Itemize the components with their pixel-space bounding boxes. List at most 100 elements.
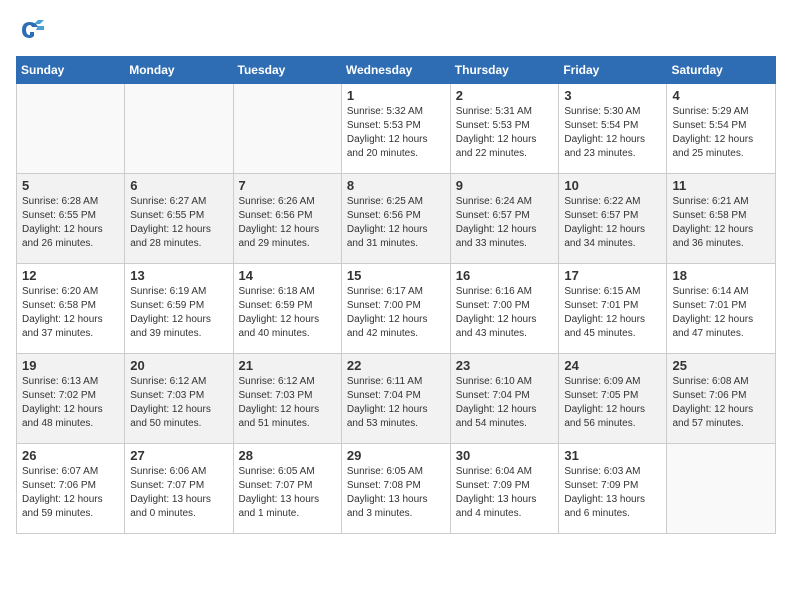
calendar-cell (125, 84, 233, 174)
cell-day-number: 30 (456, 448, 554, 463)
calendar-cell: 20 Sunrise: 6:12 AM Sunset: 7:03 PM Dayli… (125, 354, 233, 444)
cell-day-number: 11 (672, 178, 770, 193)
calendar-week-row: 19Sunrise: 6:13 AM Sunset: 7:02 PM Dayli… (17, 354, 776, 444)
cell-detail-text: Sunrise: 6:24 AM Sunset: 6:57 PM Dayligh… (456, 195, 554, 251)
page-header (16, 16, 776, 44)
cell-detail-text: Sunrise: 6:15 AM Sunset: 7:01 PM Dayligh… (564, 285, 661, 341)
cell-detail-text: Sunrise: 6:07 AM Sunset: 7:06 PM Dayligh… (22, 465, 119, 521)
cell-detail-text: Sunrise: 6:11 AM Sunset: 7:04 PM Dayligh… (347, 375, 445, 431)
cell-detail-text: Sunrise: 6:18 AM Sunset: 6:59 PM Dayligh… (239, 285, 336, 341)
calendar-cell: 8 Sunrise: 6:25 AM Sunset: 6:56 PM Daylig… (341, 174, 450, 264)
cell-day-number: 16 (456, 268, 554, 283)
calendar-header: SundayMondayTuesdayWednesdayThursdayFrid… (17, 57, 776, 84)
calendar-cell: 9 Sunrise: 6:24 AM Sunset: 6:57 PM Daylig… (450, 174, 559, 264)
calendar-cell: 14 Sunrise: 6:18 AM Sunset: 6:59 PM Dayli… (233, 264, 341, 354)
cell-detail-text: Sunrise: 6:14 AM Sunset: 7:01 PM Dayligh… (672, 285, 770, 341)
calendar-body: 1Sunrise: 5:32 AM Sunset: 5:53 PM Daylig… (17, 84, 776, 534)
weekday-header-saturday: Saturday (667, 57, 776, 84)
cell-detail-text: Sunrise: 6:08 AM Sunset: 7:06 PM Dayligh… (672, 375, 770, 431)
weekday-header-sunday: Sunday (17, 57, 125, 84)
cell-day-number: 3 (564, 88, 661, 103)
calendar-cell (667, 444, 776, 534)
cell-detail-text: Sunrise: 6:09 AM Sunset: 7:05 PM Dayligh… (564, 375, 661, 431)
cell-detail-text: Sunrise: 6:19 AM Sunset: 6:59 PM Dayligh… (130, 285, 227, 341)
cell-detail-text: Sunrise: 5:32 AM Sunset: 5:53 PM Dayligh… (347, 105, 445, 161)
calendar-cell: 25 Sunrise: 6:08 AM Sunset: 7:06 PM Dayli… (667, 354, 776, 444)
calendar-cell: 6 Sunrise: 6:27 AM Sunset: 6:55 PM Daylig… (125, 174, 233, 264)
calendar-cell (233, 84, 341, 174)
calendar-cell: 11 Sunrise: 6:21 AM Sunset: 6:58 PM Dayli… (667, 174, 776, 264)
cell-day-number: 17 (564, 268, 661, 283)
calendar-cell: 29 Sunrise: 6:05 AM Sunset: 7:08 PM Dayli… (341, 444, 450, 534)
cell-day-number: 20 (130, 358, 227, 373)
weekday-header-wednesday: Wednesday (341, 57, 450, 84)
calendar-cell: 17 Sunrise: 6:15 AM Sunset: 7:01 PM Dayli… (559, 264, 667, 354)
cell-detail-text: Sunrise: 6:26 AM Sunset: 6:56 PM Dayligh… (239, 195, 336, 251)
cell-detail-text: Sunrise: 6:10 AM Sunset: 7:04 PM Dayligh… (456, 375, 554, 431)
cell-detail-text: Sunrise: 5:29 AM Sunset: 5:54 PM Dayligh… (672, 105, 770, 161)
cell-day-number: 5 (22, 178, 119, 193)
calendar-week-row: 1Sunrise: 5:32 AM Sunset: 5:53 PM Daylig… (17, 84, 776, 174)
weekday-header-monday: Monday (125, 57, 233, 84)
calendar-cell: 4 Sunrise: 5:29 AM Sunset: 5:54 PM Daylig… (667, 84, 776, 174)
cell-day-number: 29 (347, 448, 445, 463)
cell-day-number: 12 (22, 268, 119, 283)
cell-detail-text: Sunrise: 6:12 AM Sunset: 7:03 PM Dayligh… (239, 375, 336, 431)
cell-day-number: 21 (239, 358, 336, 373)
calendar-cell: 28 Sunrise: 6:05 AM Sunset: 7:07 PM Dayli… (233, 444, 341, 534)
cell-detail-text: Sunrise: 5:30 AM Sunset: 5:54 PM Dayligh… (564, 105, 661, 161)
cell-day-number: 31 (564, 448, 661, 463)
cell-day-number: 6 (130, 178, 227, 193)
cell-day-number: 27 (130, 448, 227, 463)
calendar-cell: 7 Sunrise: 6:26 AM Sunset: 6:56 PM Daylig… (233, 174, 341, 264)
cell-detail-text: Sunrise: 6:21 AM Sunset: 6:58 PM Dayligh… (672, 195, 770, 251)
calendar-table: SundayMondayTuesdayWednesdayThursdayFrid… (16, 56, 776, 534)
weekday-header-thursday: Thursday (450, 57, 559, 84)
cell-day-number: 2 (456, 88, 554, 103)
cell-detail-text: Sunrise: 6:17 AM Sunset: 7:00 PM Dayligh… (347, 285, 445, 341)
cell-day-number: 9 (456, 178, 554, 193)
calendar-cell: 19Sunrise: 6:13 AM Sunset: 7:02 PM Dayli… (17, 354, 125, 444)
cell-detail-text: Sunrise: 6:20 AM Sunset: 6:58 PM Dayligh… (22, 285, 119, 341)
cell-day-number: 13 (130, 268, 227, 283)
calendar-cell: 27 Sunrise: 6:06 AM Sunset: 7:07 PM Dayli… (125, 444, 233, 534)
cell-detail-text: Sunrise: 6:05 AM Sunset: 7:08 PM Dayligh… (347, 465, 445, 521)
weekday-header-tuesday: Tuesday (233, 57, 341, 84)
cell-detail-text: Sunrise: 6:05 AM Sunset: 7:07 PM Dayligh… (239, 465, 336, 521)
calendar-week-row: 5 Sunrise: 6:28 AM Sunset: 6:55 PM Daylig… (17, 174, 776, 264)
calendar-week-row: 26 Sunrise: 6:07 AM Sunset: 7:06 PM Dayli… (17, 444, 776, 534)
cell-detail-text: Sunrise: 6:06 AM Sunset: 7:07 PM Dayligh… (130, 465, 227, 521)
cell-detail-text: Sunrise: 6:03 AM Sunset: 7:09 PM Dayligh… (564, 465, 661, 521)
calendar-cell: 18 Sunrise: 6:14 AM Sunset: 7:01 PM Dayli… (667, 264, 776, 354)
weekday-header-row: SundayMondayTuesdayWednesdayThursdayFrid… (17, 57, 776, 84)
cell-detail-text: Sunrise: 6:16 AM Sunset: 7:00 PM Dayligh… (456, 285, 554, 341)
cell-detail-text: Sunrise: 6:28 AM Sunset: 6:55 PM Dayligh… (22, 195, 119, 251)
cell-detail-text: Sunrise: 6:25 AM Sunset: 6:56 PM Dayligh… (347, 195, 445, 251)
calendar-cell: 30 Sunrise: 6:04 AM Sunset: 7:09 PM Dayli… (450, 444, 559, 534)
logo-icon (16, 16, 44, 44)
calendar-cell: 5 Sunrise: 6:28 AM Sunset: 6:55 PM Daylig… (17, 174, 125, 264)
cell-detail-text: Sunrise: 6:12 AM Sunset: 7:03 PM Dayligh… (130, 375, 227, 431)
cell-day-number: 15 (347, 268, 445, 283)
cell-day-number: 23 (456, 358, 554, 373)
calendar-cell: 3 Sunrise: 5:30 AM Sunset: 5:54 PM Daylig… (559, 84, 667, 174)
cell-day-number: 18 (672, 268, 770, 283)
cell-detail-text: Sunrise: 6:27 AM Sunset: 6:55 PM Dayligh… (130, 195, 227, 251)
calendar-cell: 13 Sunrise: 6:19 AM Sunset: 6:59 PM Dayli… (125, 264, 233, 354)
cell-day-number: 25 (672, 358, 770, 373)
cell-day-number: 7 (239, 178, 336, 193)
calendar-cell: 23 Sunrise: 6:10 AM Sunset: 7:04 PM Dayli… (450, 354, 559, 444)
cell-day-number: 8 (347, 178, 445, 193)
cell-day-number: 14 (239, 268, 336, 283)
cell-day-number: 4 (672, 88, 770, 103)
calendar-cell: 16 Sunrise: 6:16 AM Sunset: 7:00 PM Dayli… (450, 264, 559, 354)
calendar-week-row: 12 Sunrise: 6:20 AM Sunset: 6:58 PM Dayli… (17, 264, 776, 354)
cell-detail-text: Sunrise: 6:04 AM Sunset: 7:09 PM Dayligh… (456, 465, 554, 521)
cell-day-number: 26 (22, 448, 119, 463)
cell-day-number: 19 (22, 358, 119, 373)
cell-day-number: 24 (564, 358, 661, 373)
calendar-cell (17, 84, 125, 174)
cell-day-number: 10 (564, 178, 661, 193)
weekday-header-friday: Friday (559, 57, 667, 84)
cell-day-number: 28 (239, 448, 336, 463)
